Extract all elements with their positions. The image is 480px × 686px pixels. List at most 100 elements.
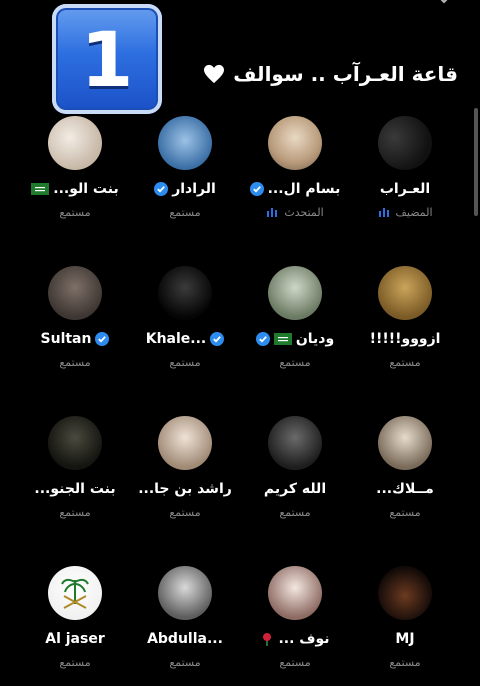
avatar[interactable] bbox=[268, 566, 322, 620]
participant-card[interactable]: Al jaser مستمع bbox=[20, 566, 130, 686]
participant-name-row: وديان bbox=[240, 328, 350, 350]
avatar[interactable] bbox=[158, 416, 212, 470]
role-label: مستمع bbox=[279, 505, 311, 519]
participant-name: الرادار bbox=[172, 181, 216, 197]
participant-card[interactable]: نوف ... مستمع bbox=[240, 566, 350, 686]
participants-grid: العـراب المضيف بسام ال... المتحدث الرادار مست… bbox=[0, 0, 480, 669]
participant-name: نوف ... bbox=[278, 631, 330, 647]
avatar[interactable] bbox=[268, 266, 322, 320]
role-label: المتحدث bbox=[284, 205, 324, 219]
participant-name-row: نوف ... bbox=[240, 628, 350, 650]
role-label: مستمع bbox=[59, 505, 91, 519]
role-label: مستمع bbox=[169, 655, 201, 669]
participant-name-row: Khale... bbox=[130, 328, 240, 350]
avatar[interactable] bbox=[378, 266, 432, 320]
participant-card[interactable]: Sultan مستمع bbox=[20, 266, 130, 386]
participant-name-row: الرادار bbox=[130, 178, 240, 200]
participant-name: Abdulla... bbox=[147, 631, 223, 647]
avatar[interactable] bbox=[48, 416, 102, 470]
palm-swords-emblem-icon bbox=[61, 578, 89, 609]
participant-name-row: Sultan bbox=[20, 328, 130, 350]
participant-name-row: راشد بن جا... bbox=[130, 478, 240, 500]
participant-name-row: الله كريم bbox=[240, 478, 350, 500]
verified-badge-icon bbox=[95, 332, 110, 346]
participant-name: بنت الجنو... bbox=[34, 481, 116, 497]
role-label: مستمع bbox=[389, 355, 421, 369]
avatar[interactable] bbox=[48, 116, 102, 170]
role-label: مستمع bbox=[59, 355, 91, 369]
participant-name: وديان bbox=[295, 331, 335, 347]
audio-bars-icon bbox=[267, 208, 278, 217]
avatar[interactable] bbox=[268, 416, 322, 470]
role-label: مستمع bbox=[389, 505, 421, 519]
role-label: المضيف bbox=[395, 205, 433, 219]
avatar[interactable] bbox=[378, 116, 432, 170]
audio-bars-icon bbox=[378, 208, 389, 217]
participant-name: Al jaser bbox=[45, 631, 105, 647]
role-label: مستمع bbox=[169, 355, 201, 369]
participant-name-row: ازووو!!!!! bbox=[350, 328, 460, 350]
saudi-flag-icon bbox=[31, 183, 50, 195]
participant-card[interactable]: بنت الجنو... مستمع bbox=[20, 416, 130, 536]
avatar[interactable] bbox=[378, 566, 432, 620]
participant-role: مستمع bbox=[130, 354, 240, 370]
avatar[interactable] bbox=[378, 416, 432, 470]
participant-role: مستمع bbox=[20, 204, 130, 220]
participant-card[interactable]: الرادار مستمع bbox=[130, 116, 240, 236]
verified-badge-icon bbox=[249, 182, 264, 196]
participant-card[interactable]: Khale... مستمع bbox=[130, 266, 240, 386]
verified-badge-icon bbox=[154, 182, 169, 196]
participant-role: المتحدث bbox=[240, 204, 350, 220]
participant-role: مستمع bbox=[240, 504, 350, 520]
participant-role: مستمع bbox=[20, 354, 130, 370]
role-label: مستمع bbox=[389, 655, 421, 669]
avatar[interactable] bbox=[48, 266, 102, 320]
participant-role: مستمع bbox=[350, 354, 460, 370]
avatar[interactable] bbox=[268, 116, 322, 170]
avatar[interactable] bbox=[158, 116, 212, 170]
role-label: مستمع bbox=[169, 505, 201, 519]
participant-card[interactable]: بسام ال... المتحدث bbox=[240, 116, 350, 236]
participant-role: مستمع bbox=[20, 504, 130, 520]
participant-name-row: العـراب bbox=[350, 178, 460, 200]
participant-name: Sultan bbox=[40, 331, 92, 347]
participant-role: مستمع bbox=[350, 504, 460, 520]
saudi-flag-icon bbox=[273, 333, 292, 345]
participant-name: العـراب bbox=[379, 181, 431, 197]
participant-card[interactable]: MJ مستمع bbox=[350, 566, 460, 686]
verified-badge-icon bbox=[255, 332, 270, 346]
participant-name: الله كريم bbox=[263, 481, 327, 497]
participant-name-row: Abdulla... bbox=[130, 628, 240, 650]
avatar[interactable] bbox=[158, 566, 212, 620]
participant-name: راشد بن جا... bbox=[138, 481, 232, 497]
verified-badge-icon bbox=[210, 332, 225, 346]
participant-name: مــلاك... bbox=[376, 481, 434, 497]
participant-name: ازووو!!!!! bbox=[369, 331, 441, 347]
avatar[interactable] bbox=[48, 566, 102, 620]
participant-role: مستمع bbox=[130, 204, 240, 220]
participant-card[interactable]: مــلاك... مستمع bbox=[350, 416, 460, 536]
participant-card[interactable]: الله كريم مستمع bbox=[240, 416, 350, 536]
participant-card[interactable]: راشد بن جا... مستمع bbox=[130, 416, 240, 536]
rose-icon bbox=[263, 633, 272, 646]
participant-card[interactable]: وديان مستمع bbox=[240, 266, 350, 386]
avatar[interactable] bbox=[158, 266, 212, 320]
participant-card[interactable]: ازووو!!!!! مستمع bbox=[350, 266, 460, 386]
participant-name-row: Al jaser bbox=[20, 628, 130, 650]
participant-name-row: بسام ال... bbox=[240, 178, 350, 200]
participant-name: بسام ال... bbox=[267, 181, 341, 197]
role-label: مستمع bbox=[279, 355, 311, 369]
participant-card[interactable]: العـراب المضيف bbox=[350, 116, 460, 236]
role-label: مستمع bbox=[59, 655, 91, 669]
participant-name-row: بنت الو... bbox=[20, 178, 130, 200]
role-label: مستمع bbox=[169, 205, 201, 219]
participant-name-row: بنت الجنو... bbox=[20, 478, 130, 500]
participant-role: المضيف bbox=[350, 204, 460, 220]
participant-role: مستمع bbox=[240, 354, 350, 370]
participant-name: بنت الو... bbox=[53, 181, 119, 197]
participant-card[interactable]: بنت الو... مستمع bbox=[20, 116, 130, 236]
participant-card[interactable]: Abdulla... مستمع bbox=[130, 566, 240, 686]
role-label: مستمع bbox=[279, 655, 311, 669]
participant-name-row: MJ bbox=[350, 628, 460, 650]
participant-role: مستمع bbox=[130, 504, 240, 520]
